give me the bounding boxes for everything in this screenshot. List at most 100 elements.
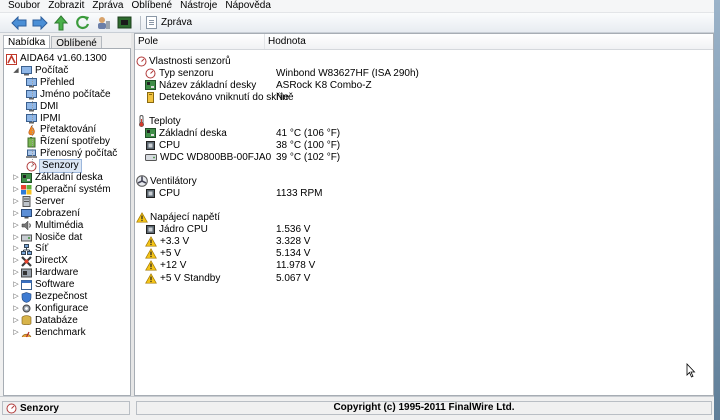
table-row[interactable]: Jádro CPU 1.536 V xyxy=(145,223,713,235)
tree-item-label: DMI xyxy=(40,100,59,112)
warning-icon xyxy=(136,211,148,223)
table-row[interactable]: Základní deska 41 °C (106 °F) xyxy=(145,127,713,139)
tree-item[interactable]: DMI xyxy=(26,101,58,113)
expand-arrow-icon[interactable]: ▷ xyxy=(12,172,20,184)
field-label: +5 V Standby xyxy=(160,272,221,284)
tree-item[interactable]: ▷ Operační systém xyxy=(12,184,110,196)
copyright-text: Copyright (c) 1995-2011 FinalWire Ltd. xyxy=(136,401,712,415)
table-row[interactable]: Typ senzoru Winbond W83627HF (ISA 290h) xyxy=(145,67,713,79)
up-arrow-icon[interactable] xyxy=(52,14,70,31)
tree-item-label: Konfigurace xyxy=(35,302,89,314)
expand-arrow-icon[interactable]: ▷ xyxy=(12,303,20,315)
table-row[interactable]: +5 V 5.134 V xyxy=(145,248,713,260)
menu-item-2[interactable]: Zpráva xyxy=(90,0,129,12)
table-row[interactable]: CPU 38 °C (100 °F) xyxy=(145,139,713,151)
network-icon xyxy=(21,243,32,255)
mouse-cursor-icon xyxy=(686,363,696,378)
tree-item[interactable]: ▷ Základní deska xyxy=(12,172,103,184)
toolbar-separator xyxy=(140,15,141,30)
tree-item[interactable]: Přetaktování xyxy=(26,124,96,136)
group-header[interactable]: Napájecí napětí xyxy=(136,211,220,223)
tree-item[interactable]: ▷ Nosiče dat xyxy=(12,232,82,244)
security-icon xyxy=(21,291,32,303)
column-header-pole[interactable]: Pole xyxy=(135,34,265,49)
expand-arrow-icon[interactable]: ▷ xyxy=(12,315,20,327)
tree-item[interactable]: ▷ Bezpečnost xyxy=(12,291,87,303)
table-row[interactable]: Detekováno vniknutí do skříně Ne xyxy=(145,92,713,104)
forward-arrow-icon[interactable] xyxy=(31,15,49,31)
status-bar: Senzory Copyright (c) 1995-2011 FinalWir… xyxy=(0,396,714,420)
collapse-arrow-icon[interactable]: ◢ xyxy=(12,65,20,77)
column-header-hodnota[interactable]: Hodnota xyxy=(265,34,713,49)
tab-nabidka[interactable]: Nabídka xyxy=(3,35,51,49)
multimedia-icon xyxy=(21,220,32,231)
group-header[interactable]: Teploty xyxy=(136,115,181,127)
tree-item[interactable]: ▷ Software xyxy=(12,279,74,291)
tree-item[interactable]: ▷ Server xyxy=(12,196,64,208)
tree-item-label: Síť xyxy=(35,243,49,255)
field-label: Základní deska xyxy=(159,127,227,139)
tree-item[interactable]: ◢ Počítač xyxy=(12,65,68,77)
tree-item[interactable]: ▷ Databáze xyxy=(12,315,78,327)
tree-item-label: Přehled xyxy=(40,76,75,88)
value-cell: 39 °C (102 °F) xyxy=(276,152,341,164)
expand-arrow-icon[interactable]: ▷ xyxy=(12,267,20,279)
chip-icon[interactable] xyxy=(115,15,133,31)
tree-item[interactable]: ▷ Hardware xyxy=(12,267,78,279)
expand-arrow-icon[interactable]: ▷ xyxy=(12,220,20,232)
storage-icon xyxy=(21,233,32,243)
tree-item[interactable]: Jméno počítače xyxy=(26,89,111,101)
menu-item-3[interactable]: Oblíbené xyxy=(130,0,179,12)
software-icon xyxy=(21,280,32,291)
table-row[interactable]: +12 V 11.978 V xyxy=(145,260,713,272)
expand-arrow-icon[interactable]: ▷ xyxy=(12,208,20,220)
expand-arrow-icon[interactable]: ▷ xyxy=(12,291,20,303)
field-cell: +5 V xyxy=(145,248,181,259)
sensor-icon xyxy=(145,68,156,79)
expand-arrow-icon[interactable]: ▷ xyxy=(12,327,20,339)
expand-arrow-icon[interactable]: ▷ xyxy=(12,279,20,291)
table-row[interactable]: WDC WD800BB-00FJA0 39 °C (102 °F) xyxy=(145,152,713,164)
table-row[interactable]: Název základní desky ASRock K8 Combo-Z xyxy=(145,79,713,91)
expand-arrow-icon[interactable]: ▷ xyxy=(12,196,20,208)
table-row[interactable]: CPU 1133 RPM xyxy=(145,187,713,199)
group-header[interactable]: Ventilátory xyxy=(136,175,197,187)
tree-item[interactable]: Senzory xyxy=(26,159,82,174)
value-cell: 1.536 V xyxy=(276,223,311,235)
expand-arrow-icon[interactable]: ▷ xyxy=(12,184,20,196)
tree-item[interactable]: Přehled xyxy=(26,77,74,89)
field-cell: Základní deska xyxy=(145,128,227,139)
menu-item-0[interactable]: Soubor xyxy=(6,0,46,12)
tree-item[interactable]: ▷ Zobrazení xyxy=(12,208,80,220)
case-icon xyxy=(145,92,156,104)
group-header[interactable]: Vlastnosti senzorů xyxy=(136,55,231,67)
expand-arrow-icon[interactable]: ▷ xyxy=(12,232,20,244)
warning-icon xyxy=(145,235,157,247)
tree-item[interactable]: AIDA64 v1.60.1300 xyxy=(6,53,107,65)
menu-bar: Soubor Zobrazit Zpráva Oblíbené Nástroje Nápo… xyxy=(0,0,714,13)
tree-item[interactable]: ▷ Multimédia xyxy=(12,220,83,232)
group-title: Ventilátory xyxy=(150,175,197,187)
table-row[interactable]: +3.3 V 3.328 V xyxy=(145,235,713,247)
menu-item-1[interactable]: Zobrazit xyxy=(46,0,90,12)
menu-item-5[interactable]: Nápověda xyxy=(223,0,277,12)
field-label: +12 V xyxy=(160,260,187,272)
tree-item[interactable]: Přenosný počítač xyxy=(26,148,117,160)
tree-item[interactable]: ▷ Konfigurace xyxy=(12,303,88,315)
tree-item[interactable]: ▷ Benchmark xyxy=(12,327,85,339)
user-icon[interactable] xyxy=(94,15,112,31)
group-title: Vlastnosti senzorů xyxy=(149,55,231,67)
tree-item[interactable]: Řízení spotřeby xyxy=(26,136,110,148)
field-label: +3.3 V xyxy=(160,235,190,247)
expand-arrow-icon[interactable]: ▷ xyxy=(12,243,20,255)
menu-item-4[interactable]: Nástroje xyxy=(178,0,223,12)
refresh-icon[interactable] xyxy=(73,15,91,31)
tree-item-label: Základní deska xyxy=(35,172,103,183)
back-arrow-icon[interactable] xyxy=(10,15,28,31)
report-button[interactable]: Zpráva xyxy=(146,16,192,29)
tree-item[interactable]: ▷ Síť xyxy=(12,243,48,255)
table-row[interactable]: +5 V Standby 5.067 V xyxy=(145,272,713,284)
expand-arrow-icon[interactable]: ▷ xyxy=(12,255,20,267)
tree-item-label: Přenosný počítač xyxy=(40,148,118,160)
tree-item[interactable]: ▷ DirectX xyxy=(12,255,68,267)
